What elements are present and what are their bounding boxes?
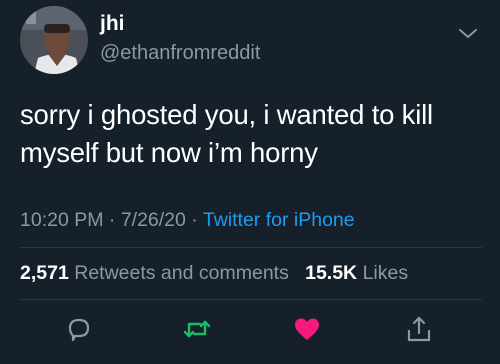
like-button[interactable] xyxy=(292,314,322,344)
user-handle[interactable]: @ethanfromreddit xyxy=(100,42,260,65)
divider xyxy=(20,299,482,300)
tweet-stats: 2,571 Retweets and comments 15.5K Likes xyxy=(20,262,408,285)
share-button[interactable] xyxy=(404,314,434,344)
meta-separator: · xyxy=(108,209,116,231)
tweet-card: jhi @ethanfromreddit sorry i ghosted you… xyxy=(0,0,500,364)
tweet-text-line: sorry i ghosted you, i wanted to kill xyxy=(20,99,433,130)
tweet-time[interactable]: 10:20 PM xyxy=(20,209,103,231)
likes-stat[interactable]: 15.5K Likes xyxy=(305,262,408,284)
likes-label: Likes xyxy=(362,262,409,284)
avatar-image xyxy=(20,6,88,74)
tweet-source-link[interactable]: Twitter for iPhone xyxy=(203,209,355,231)
retweets-stat[interactable]: 2,571 Retweets and comments xyxy=(20,262,289,284)
tweet-text-line: myself but now i’m horny xyxy=(20,137,318,168)
share-icon xyxy=(407,316,431,342)
reply-button[interactable] xyxy=(64,314,94,344)
heart-icon xyxy=(295,318,319,340)
likes-count: 15.5K xyxy=(305,262,358,284)
tweet-text: sorry i ghosted you, i wanted to kill my… xyxy=(20,96,482,172)
chevron-down-icon[interactable] xyxy=(456,26,480,42)
divider xyxy=(20,247,482,248)
tweet-date[interactable]: 7/26/20 xyxy=(121,209,186,231)
retweets-count: 2,571 xyxy=(20,262,69,284)
tweet-meta: 10:20 PM · 7/26/20 · Twitter for iPhone xyxy=(20,209,355,232)
retweet-icon xyxy=(183,320,211,338)
retweets-label: Retweets and comments xyxy=(74,262,289,284)
retweet-button[interactable] xyxy=(182,314,212,344)
avatar[interactable] xyxy=(20,6,88,74)
display-name[interactable]: jhi xyxy=(100,12,125,36)
comment-icon xyxy=(68,318,90,342)
meta-separator: · xyxy=(191,209,198,231)
